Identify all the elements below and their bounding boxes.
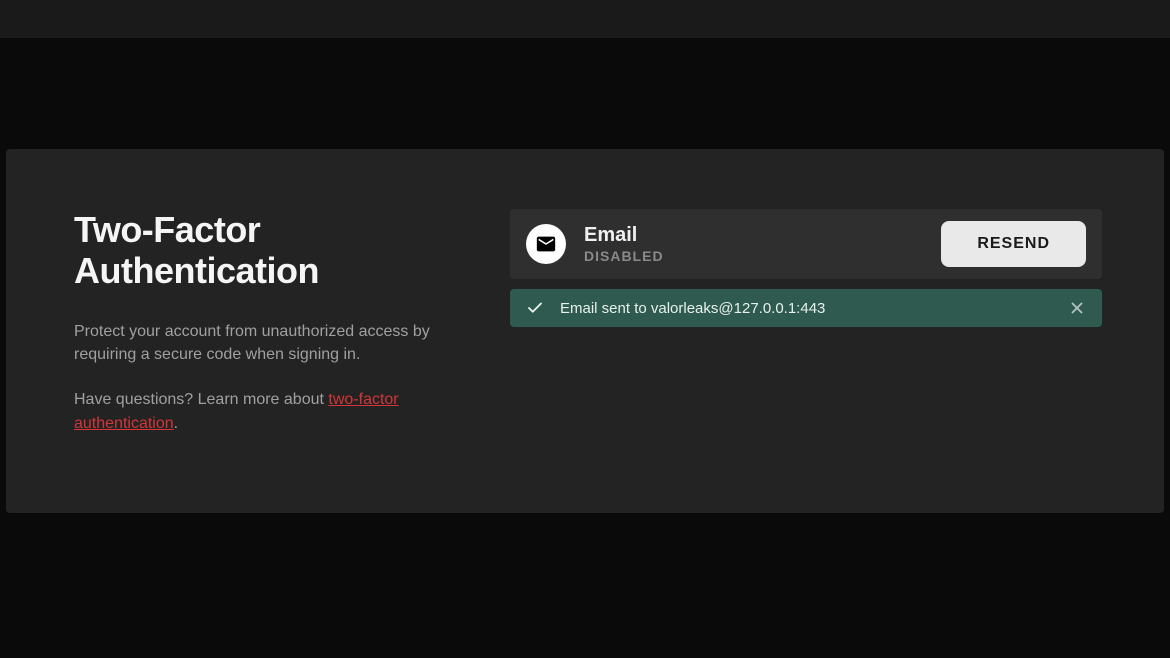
method-info: Email DISABLED — [584, 224, 923, 264]
right-column: Email DISABLED RESEND Email sent to valo… — [486, 149, 1164, 513]
help-prefix: Have questions? Learn more about — [74, 391, 328, 408]
close-icon[interactable] — [1068, 299, 1086, 317]
help-suffix: . — [174, 415, 178, 432]
confirmation-toast: Email sent to valorleaks@127.0.0.1:443 — [510, 289, 1102, 327]
method-status: DISABLED — [584, 248, 923, 264]
resend-button[interactable]: RESEND — [941, 221, 1086, 267]
method-name: Email — [584, 224, 923, 246]
left-column: Two-Factor Authentication Protect your a… — [6, 149, 486, 513]
help-text: Have questions? Learn more about two-fac… — [74, 388, 436, 436]
two-factor-panel: Two-Factor Authentication Protect your a… — [6, 149, 1164, 513]
email-method-card: Email DISABLED RESEND — [510, 209, 1102, 279]
email-icon — [526, 224, 566, 264]
top-bar — [0, 0, 1170, 38]
panel-description: Protect your account from unauthorized a… — [74, 320, 436, 366]
check-icon — [526, 299, 544, 317]
toast-message: Email sent to valorleaks@127.0.0.1:443 — [560, 300, 1052, 317]
panel-title: Two-Factor Authentication — [74, 209, 436, 292]
